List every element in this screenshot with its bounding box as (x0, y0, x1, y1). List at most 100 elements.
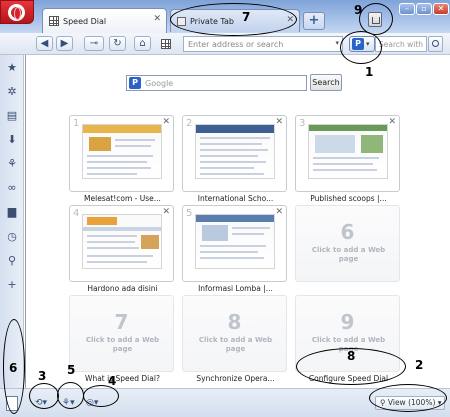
tile-caption: Synchronize Opera... (196, 374, 275, 383)
annotation-number: 4 (108, 374, 117, 388)
annotation-number: 5 (67, 363, 76, 377)
zoom-icon: ⚲ (380, 398, 388, 407)
zoom-control[interactable]: ⚲ View (100%) ▾ (375, 396, 445, 410)
tile-number: 1 (73, 118, 80, 129)
zoom-label: View (100%) (387, 398, 436, 407)
turbo-icon[interactable]: ◎▾ (86, 396, 98, 411)
private-tab-icon (177, 16, 186, 26)
opera-menu-button[interactable] (0, 0, 34, 24)
tile-hint: Click to add a Web page (85, 336, 160, 353)
back-button[interactable]: ◀ (36, 36, 53, 51)
windows-icon[interactable]: ▆ (6, 206, 18, 218)
remove-tile-icon[interactable]: ✕ (275, 207, 283, 217)
speed-dial-tile[interactable]: 3 ✕ Published scoops |... (295, 115, 400, 203)
search-engine-selector[interactable]: P ▾ (349, 36, 375, 52)
tile-number: 6 (340, 220, 355, 244)
notes-icon[interactable]: ▤ (6, 110, 18, 122)
tile-number: 3 (299, 118, 306, 129)
side-panel: ★ ✲ ▤ ⬇ ⚘ ∞ ▆ ◷ ⚲ + (0, 55, 24, 388)
close-window-button[interactable]: ✕ (433, 3, 449, 15)
google-placeholder: Google (145, 78, 174, 88)
home-button[interactable]: ⌂ (134, 36, 151, 51)
remove-tile-icon[interactable]: ✕ (388, 117, 396, 127)
remove-tile-icon[interactable]: ✕ (162, 207, 170, 217)
opera-logo-icon (8, 4, 25, 21)
tile-number: 7 (114, 310, 129, 334)
search-icon[interactable]: ⚲ (6, 255, 18, 267)
tab-bar: Speed Dial ✕ Private Tab ✕ + – ▫ ✕ (0, 0, 450, 34)
tab-private[interactable]: Private Tab ✕ (170, 9, 300, 32)
address-dropdown-icon[interactable]: ▾ (335, 39, 339, 47)
address-placeholder: Enter address or search (188, 39, 284, 49)
key-icon[interactable]: ⊸ (84, 36, 104, 51)
add-panel-icon[interactable]: + (6, 279, 18, 291)
closed-tabs-trash-icon[interactable] (368, 12, 382, 27)
search-input[interactable]: Search with G (375, 36, 427, 52)
maximize-button[interactable]: ▫ (416, 3, 432, 15)
speed-dial-tile[interactable]: 4 ✕ Hardono ada disini (69, 205, 174, 293)
tile-thumbnail (82, 124, 162, 179)
speed-dial-icon (161, 39, 171, 49)
close-tab-icon[interactable]: ✕ (153, 14, 161, 24)
speed-dial-tile[interactable]: 1 ✕ Melesat!com - Use... (69, 115, 174, 203)
remove-tile-icon[interactable]: ✕ (275, 117, 283, 127)
google-search-button[interactable]: Search (310, 74, 342, 91)
browser-window: Speed Dial ✕ Private Tab ✕ + – ▫ ✕ ◀ ▶ ⊸… (0, 0, 450, 417)
remove-tile-icon[interactable]: ✕ (162, 117, 170, 127)
tab-speed-dial[interactable]: Speed Dial ✕ (42, 8, 167, 33)
widgets-icon[interactable]: ✲ (6, 86, 18, 98)
unite-status-icon[interactable]: ⚘▾ (62, 396, 75, 411)
speed-dial-tile[interactable]: 5 ✕ Informasi Lomba |... (182, 205, 287, 293)
search-button[interactable] (428, 36, 443, 52)
tile-thumbnail (195, 214, 275, 269)
reload-button[interactable]: ↻ (109, 36, 126, 51)
sync-icon[interactable]: ⟲▾ (35, 396, 47, 411)
tile-thumbnail (308, 124, 388, 179)
empty-speed-dial-tile[interactable]: 8 Click to add a Web page Synchronize Op… (182, 295, 287, 383)
address-bar[interactable]: Enter address or search ▾ (183, 36, 343, 52)
chevron-down-icon: ▾ (366, 40, 370, 48)
tile-hint: Click to add a Web page (198, 336, 273, 353)
navigation-bar: ◀ ▶ ⊸ ↻ ⌂ Enter address or search ▾ P ▾ … (0, 33, 450, 55)
annotation-number: 3 (38, 369, 47, 383)
annotation-number: 9 (354, 3, 363, 17)
close-tab-icon[interactable]: ✕ (286, 15, 294, 25)
tile-thumbnail (195, 124, 275, 179)
tile-caption: Melesat!com - Use... (84, 194, 161, 203)
tile-caption: International Scho... (197, 194, 274, 203)
tab-label: Private Tab (190, 16, 234, 26)
tab-label: Speed Dial (63, 16, 107, 26)
annotation-number: 6 (9, 361, 18, 375)
tile-caption: Configure Speed Dial (308, 374, 389, 383)
search-engine-icon: P (352, 38, 364, 50)
history-icon[interactable]: ◷ (6, 231, 18, 243)
grid-icon (49, 16, 59, 26)
panel-toggle-icon[interactable] (6, 396, 18, 411)
empty-speed-dial-tile[interactable]: 6 Click to add a Web page (295, 205, 400, 282)
unite-icon[interactable]: ⚘ (6, 158, 18, 170)
tile-caption: Published scoops |... (310, 194, 387, 203)
speed-dial-content: P Google Search 1 ✕ Melesat!com - Use...… (25, 55, 450, 388)
bookmarks-icon[interactable]: ★ (6, 62, 18, 74)
tile-number: 5 (186, 208, 193, 219)
new-tab-button[interactable]: + (303, 12, 325, 30)
speed-dial-tile[interactable]: 2 ✕ International Scho... (182, 115, 287, 203)
status-bar: ⟲▾ ⚘▾ ◎▾ ⚲ View (100%) ▾ (0, 388, 450, 417)
tile-number: 9 (340, 310, 355, 334)
google-icon: P (129, 77, 141, 89)
links-icon[interactable]: ∞ (6, 182, 18, 194)
downloads-icon[interactable]: ⬇ (6, 134, 18, 146)
minimize-button[interactable]: – (399, 3, 415, 15)
tile-thumbnail (82, 214, 162, 269)
tile-number: 4 (73, 208, 80, 219)
annotation-number: 7 (242, 10, 251, 24)
tile-caption: What is Speed Dial? (85, 374, 160, 383)
tile-number: 2 (186, 118, 193, 129)
forward-button[interactable]: ▶ (56, 36, 73, 51)
empty-speed-dial-tile[interactable]: 7 Click to add a Web page What is Speed … (69, 295, 174, 383)
google-search-input[interactable]: P Google (126, 75, 307, 91)
search-icon (432, 40, 439, 47)
tile-hint: Click to add a Web page (311, 246, 386, 263)
annotation-number: 1 (365, 65, 374, 79)
tile-caption: Hardono ada disini (87, 284, 158, 293)
